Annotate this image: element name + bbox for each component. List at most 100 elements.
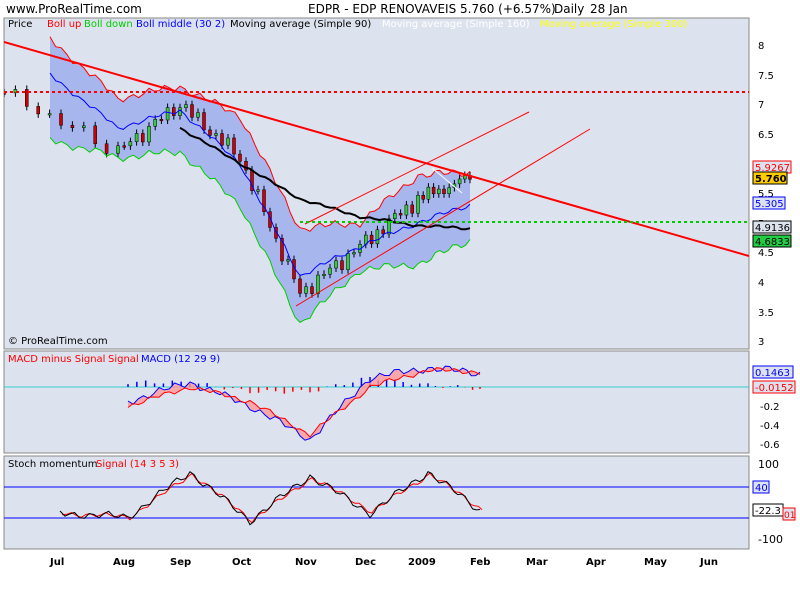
candle-body (442, 188, 446, 194)
macd-y-axis: -0.2 -0.4 -0.6 (760, 402, 780, 451)
candle-body (82, 125, 86, 128)
candle-body (410, 204, 414, 214)
macd-value-tags: 0.1463 -0.0152 (752, 365, 796, 394)
candle-body (304, 286, 308, 294)
stoch-tick: -100 (758, 533, 783, 546)
price-tick: 4.5 (758, 248, 774, 259)
price-value-tags: 5.9267 5.760 5.305 4.9136 4.6833 (752, 160, 792, 248)
candle-body (286, 259, 290, 262)
candle-body (4, 92, 6, 95)
legend-boll-middle: Boll middle (30 2) (136, 19, 225, 30)
candle-body (316, 274, 320, 294)
candle-body (346, 253, 350, 270)
candle-body (178, 107, 182, 116)
x-tick-label: Aug (113, 557, 135, 568)
price-panel (3, 17, 750, 350)
candle-body (340, 260, 344, 270)
candle-body (47, 113, 52, 116)
last-price-tag: 5.760 (755, 174, 787, 185)
legend-boll-down: Boll down (84, 19, 133, 30)
x-tick-label: Sep (170, 557, 191, 568)
candle-body (159, 119, 164, 122)
stoch-signal-tag: 01 (784, 511, 795, 521)
candle-body (369, 234, 374, 245)
candle-body (328, 267, 332, 275)
stoch-value-tag: -22.3 (755, 506, 781, 517)
candle-body (141, 133, 145, 143)
candle-body (226, 137, 230, 146)
candle-body (298, 278, 302, 294)
x-tick-label: Nov (295, 557, 317, 568)
candle-body (232, 137, 236, 155)
ma-90-tag: 4.9136 (755, 223, 790, 234)
x-tick-label: 2009 (408, 557, 436, 568)
price-tick: 6.5 (758, 130, 774, 141)
candle-body (421, 195, 425, 200)
macd-tick: -0.4 (760, 421, 780, 432)
boll-middle-tag: 5.305 (755, 199, 784, 210)
candle-body (447, 187, 451, 194)
candle-body (59, 113, 63, 126)
candle-body (153, 119, 157, 127)
candle-body (352, 252, 356, 255)
candle-body (416, 195, 420, 214)
price-tick: 8 (758, 41, 764, 52)
stoch-legend: Stoch momentum Signal (14 3 5 3) (8, 459, 179, 470)
stoch-y-axis: 100 -100 (758, 458, 783, 546)
candle-body (128, 141, 133, 147)
macd-tag: 0.1463 (755, 368, 790, 379)
candle-body (196, 112, 200, 118)
candle-body (256, 189, 260, 192)
price-tick: 3 (758, 337, 764, 348)
legend-signal: Signal (108, 354, 139, 365)
legend-ma-300: Moving average (Simple 300) (540, 19, 688, 30)
candle-body (214, 133, 218, 136)
price-tick: 7.5 (758, 71, 774, 82)
candle-body (190, 104, 194, 118)
price-y-axis: 8 7.5 7 6.5 6 5.5 5 4.5 4 3.5 3 (758, 41, 774, 348)
x-axis: Jul Aug Sep Oct Nov Dec 2009 Feb Mar Apr… (49, 557, 718, 568)
watermark: © ProRealTime.com (8, 336, 108, 347)
x-tick-label: Jun (699, 557, 718, 568)
legend-ma-90: Moving average (Simple 90) (230, 19, 371, 30)
candle-body (393, 213, 397, 220)
boll-down-tag: 4.6833 (755, 237, 790, 248)
macd-panel (3, 350, 750, 454)
candle-body (147, 126, 151, 143)
price-tick: 3.5 (758, 308, 774, 319)
candle-body (208, 129, 212, 136)
candle-body (70, 124, 75, 128)
x-tick-label: Apr (586, 557, 606, 568)
legend-stoch-signal: Signal (14 3 5 3) (96, 459, 179, 470)
candle-body (202, 112, 206, 131)
macd-tick: -0.6 (760, 440, 780, 451)
candle-body (134, 133, 139, 142)
candle-body (437, 188, 441, 195)
candle-body (36, 106, 40, 115)
candle-body (104, 143, 109, 154)
price-legend: Price Boll up Boll down Boll middle (30 … (8, 19, 688, 30)
candle-body (431, 186, 436, 195)
x-tick-label: Jul (49, 557, 64, 568)
legend-boll-up: Boll up (47, 19, 81, 30)
candle-body (426, 186, 431, 200)
legend-ma-160: Moving average (Simple 160) (382, 19, 530, 30)
candle-body (457, 178, 462, 185)
x-tick-label: Mar (526, 557, 548, 568)
candle-body (334, 260, 338, 269)
legend-macd: MACD (12 29 9) (141, 354, 220, 365)
stoch-level-tag: 40 (755, 483, 768, 494)
x-tick-label: May (644, 557, 667, 568)
macd-minus-signal-tag: -0.0152 (755, 383, 794, 394)
x-tick-label: Feb (470, 557, 490, 568)
candle-body (238, 153, 242, 162)
candle-body (322, 274, 326, 277)
candle-body (220, 133, 224, 146)
x-tick-label: Dec (355, 557, 376, 568)
candle-body (25, 89, 29, 107)
candle-body (116, 145, 120, 154)
legend-stoch: Stoch momentum (8, 459, 98, 470)
candle-body (122, 145, 126, 148)
chart-canvas: Price Boll up Boll down Boll middle (30 … (3, 17, 796, 568)
candle-body (404, 204, 409, 216)
